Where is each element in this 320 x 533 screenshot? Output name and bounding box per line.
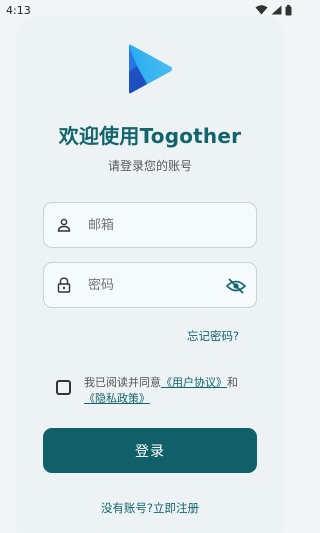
privacy-policy-link[interactable]: 《隐私政策》 (84, 392, 150, 405)
status-icons (255, 4, 292, 16)
login-subtitle: 请登录您的账号 (107, 159, 192, 173)
signal-icon (271, 5, 282, 15)
agree-and: 和 (227, 376, 238, 389)
password-input[interactable] (88, 277, 208, 293)
agree-checkbox[interactable] (56, 380, 71, 395)
password-field-container[interactable] (43, 262, 257, 308)
play-logo-icon (129, 44, 172, 94)
forgot-password-link[interactable]: 忘记密码? (187, 328, 239, 344)
agree-text-line2: 《隐私政策》 (84, 390, 150, 406)
person-icon (56, 217, 72, 233)
email-input[interactable] (88, 217, 208, 233)
email-field-container[interactable] (43, 202, 257, 248)
battery-icon (285, 4, 292, 15)
lock-icon (56, 277, 72, 293)
agree-prefix: 我已阅读并同意 (84, 376, 161, 389)
register-link[interactable]: 没有账号?立即注册 (0, 500, 300, 516)
agree-text-line1: 我已阅读并同意《用户协议》和 (84, 374, 238, 390)
status-time: 4:13 (6, 3, 31, 17)
user-agreement-link[interactable]: 《用户协议》 (161, 376, 227, 389)
wifi-icon (255, 5, 268, 15)
welcome-title: 欢迎使用Togother (58, 124, 242, 148)
eye-off-icon[interactable] (226, 276, 246, 296)
login-button[interactable]: 登录 (43, 428, 257, 473)
